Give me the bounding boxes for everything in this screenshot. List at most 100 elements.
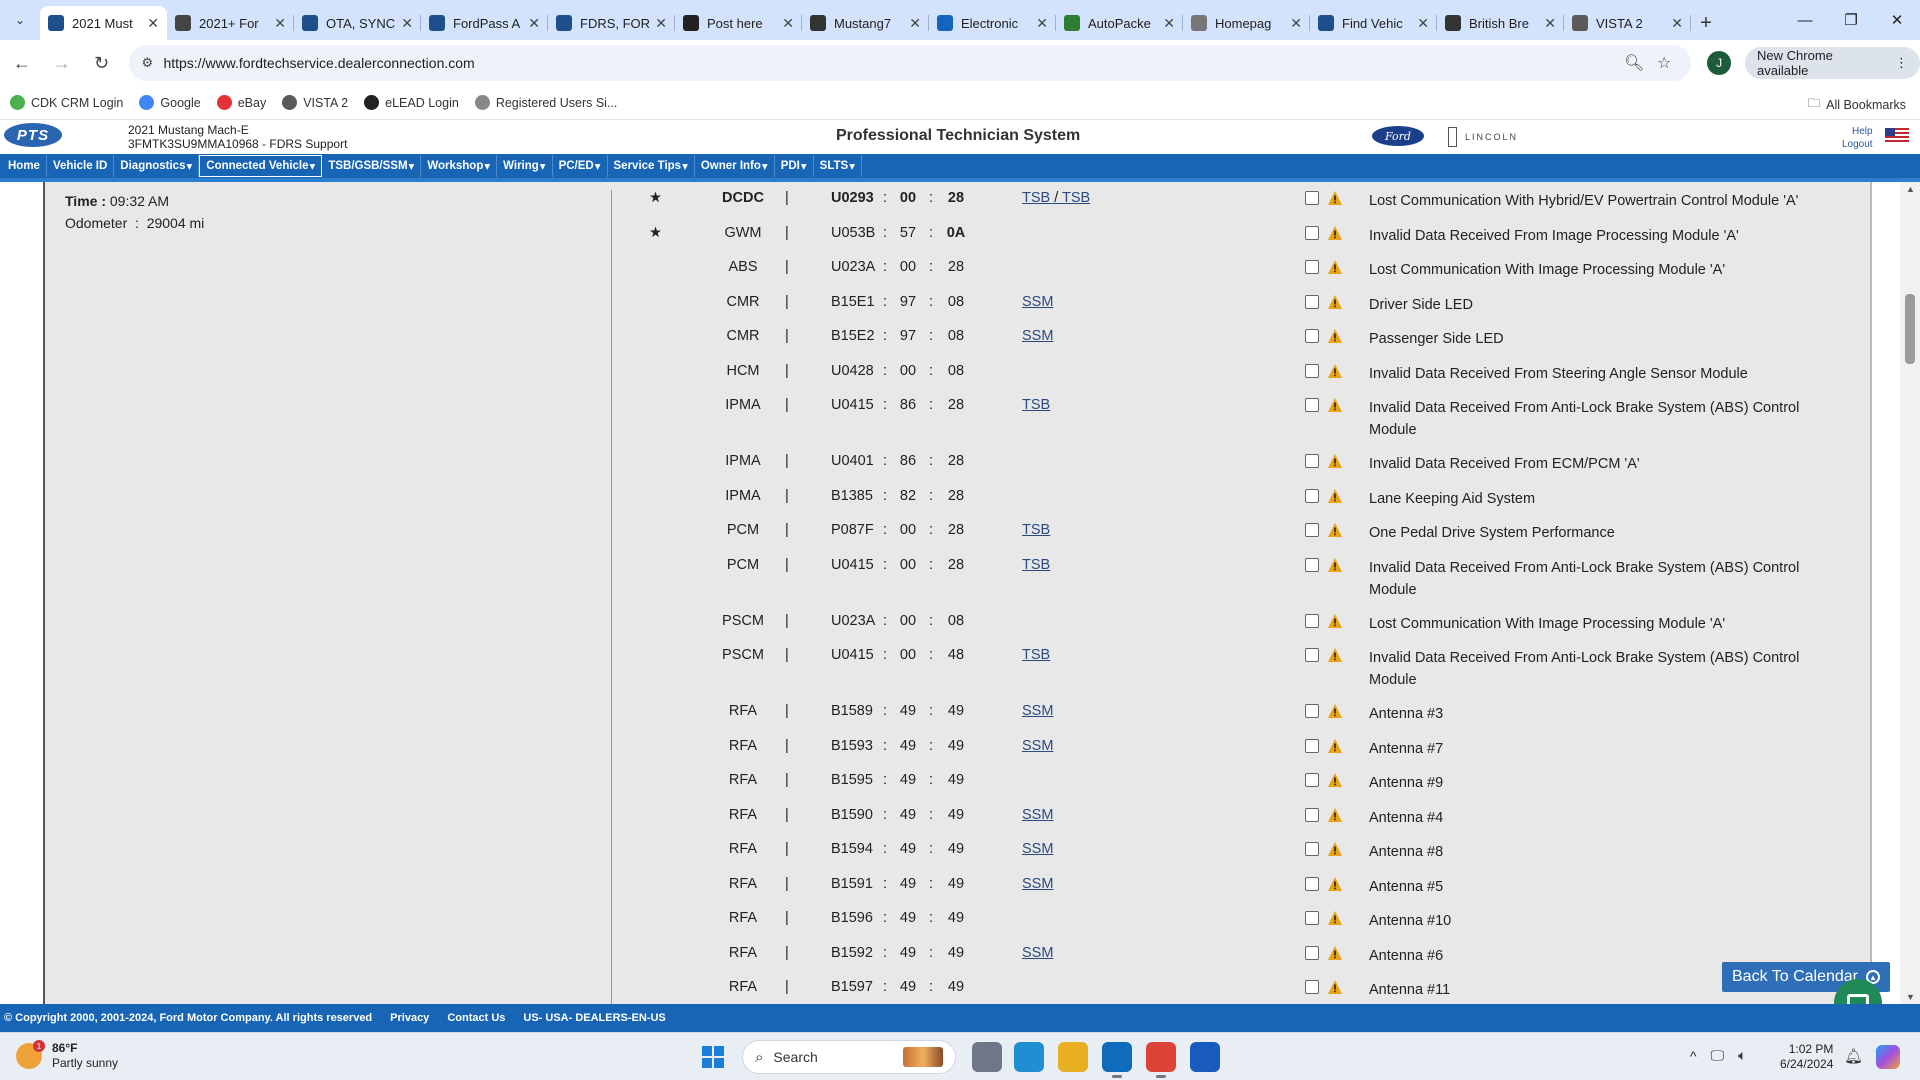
privacy-link[interactable]: Privacy <box>390 1012 429 1024</box>
ssm-link[interactable]: SSM <box>1022 738 1053 754</box>
tab-close-icon[interactable]: ✕ <box>1290 15 1302 32</box>
pts-logo[interactable]: PTS <box>4 123 62 147</box>
browser-tab[interactable]: Post here ✕ <box>675 6 802 40</box>
browser-tab[interactable]: FDRS, FOR ✕ <box>548 6 675 40</box>
dtc-checkbox[interactable] <box>1305 842 1319 856</box>
browser-tab[interactable]: FordPass A ✕ <box>421 6 548 40</box>
kebab-menu-icon[interactable]: ⋮ <box>1895 55 1908 71</box>
nav-item-home[interactable]: Home <box>2 155 47 177</box>
tab-search-button[interactable]: ⌄ <box>0 0 40 40</box>
taskbar-search-box[interactable]: ⌕ Search <box>742 1040 956 1074</box>
dtc-checkbox[interactable] <box>1305 557 1319 572</box>
bookmark-item[interactable]: Registered Users Si... <box>474 95 617 110</box>
dtc-checkbox[interactable] <box>1305 454 1319 468</box>
nav-item-workshop[interactable]: Workshop ▾ <box>421 155 498 177</box>
dtc-checkbox[interactable] <box>1305 980 1319 994</box>
tsb-link[interactable]: TSB <box>1022 397 1050 413</box>
tab-close-icon[interactable]: ✕ <box>1163 15 1175 32</box>
system-clock[interactable]: 1:02 PM 6/24/2024 <box>1780 1042 1833 1072</box>
tab-close-icon[interactable]: ✕ <box>528 15 540 32</box>
zoom-icon[interactable]: 🔍︎ <box>1619 53 1649 73</box>
nav-item-pdi[interactable]: PDI ▾ <box>775 155 814 177</box>
browser-tab[interactable]: Find Vehic ✕ <box>1310 6 1437 40</box>
scroll-thumb[interactable] <box>1905 294 1915 364</box>
tsb-link[interactable]: TSB <box>1022 557 1050 573</box>
browser-tab[interactable]: 2021 Must ✕ <box>40 6 167 40</box>
ssm-link[interactable]: SSM <box>1022 294 1053 310</box>
dtc-checkbox[interactable] <box>1305 329 1319 343</box>
task-view-icon[interactable] <box>972 1042 1002 1072</box>
forward-arrow-icon[interactable]: → <box>44 45 80 81</box>
restore-icon[interactable]: ❐ <box>1828 0 1874 40</box>
nav-item-owner-info[interactable]: Owner Info ▾ <box>695 155 775 177</box>
network-icon[interactable]: 🖵 <box>1711 1047 1725 1064</box>
all-bookmarks-button[interactable]: 🗀 All Bookmarks <box>1808 94 1906 115</box>
dtc-checkbox[interactable] <box>1305 363 1319 378</box>
tab-close-icon[interactable]: ✕ <box>1036 15 1048 32</box>
dtc-checkbox[interactable] <box>1305 876 1319 891</box>
tab-close-icon[interactable]: ✕ <box>1417 15 1429 32</box>
dtc-checkbox[interactable] <box>1305 398 1319 412</box>
dtc-checkbox[interactable] <box>1305 260 1319 274</box>
tab-close-icon[interactable]: ✕ <box>909 15 921 32</box>
browser-tab[interactable]: Electronic ✕ <box>929 6 1056 40</box>
nav-item-slts[interactable]: SLTS ▾ <box>814 155 862 177</box>
browser-tab[interactable]: 2021+ For ✕ <box>167 6 294 40</box>
notification-bell-icon[interactable]: 🔔︎ <box>1844 1047 1863 1065</box>
bookmark-item[interactable]: Google <box>139 95 201 110</box>
tab-close-icon[interactable]: ✕ <box>274 15 286 32</box>
browser-tab[interactable]: Homepag ✕ <box>1183 6 1310 40</box>
tab-close-icon[interactable]: ✕ <box>655 15 667 32</box>
tsb-link[interactable]: TSB <box>1022 522 1050 538</box>
reload-icon[interactable]: ↻ <box>84 45 120 81</box>
browser-tab[interactable]: OTA, SYNC ✕ <box>294 6 421 40</box>
bookmark-item[interactable]: VISTA 2 <box>282 95 348 110</box>
bookmark-item[interactable]: CDK CRM Login <box>10 95 123 110</box>
windows-start-icon[interactable] <box>702 1046 724 1068</box>
dtc-checkbox[interactable] <box>1305 523 1319 537</box>
browser-tab[interactable]: British Bre ✕ <box>1437 6 1564 40</box>
scroll-down-icon[interactable]: ▼ <box>1906 992 1915 1002</box>
profile-avatar[interactable]: J <box>1707 51 1732 75</box>
tsb-link[interactable]: TSB <box>1062 190 1090 206</box>
nav-item-wiring[interactable]: Wiring ▾ <box>497 155 553 177</box>
dtc-checkbox[interactable] <box>1305 773 1319 787</box>
word-icon[interactable] <box>1190 1042 1220 1072</box>
bookmark-item[interactable]: eBay <box>216 95 266 110</box>
copilot-icon[interactable] <box>1876 1045 1900 1069</box>
dtc-checkbox[interactable] <box>1305 294 1319 309</box>
chevron-up-icon[interactable]: ^ <box>1690 1048 1697 1064</box>
ssm-link[interactable]: SSM <box>1022 841 1053 857</box>
dtc-checkbox[interactable] <box>1305 704 1319 718</box>
new-chrome-available-button[interactable]: New Chrome available ⋮ <box>1745 47 1920 79</box>
file-explorer-icon[interactable] <box>1058 1042 1088 1072</box>
ssm-link[interactable]: SSM <box>1022 876 1053 892</box>
nav-item-pc-ed[interactable]: PC/ED ▾ <box>553 155 608 177</box>
ssm-link[interactable]: SSM <box>1022 945 1053 961</box>
browser-tab[interactable]: VISTA 2 ✕ <box>1564 6 1691 40</box>
logout-link[interactable]: Logout <box>1842 138 1873 151</box>
lincoln-logo[interactable]: LINCOLN <box>1448 127 1518 147</box>
tsb-link[interactable]: TSB <box>1022 647 1050 663</box>
nav-item-connected-vehicle[interactable]: Connected Vehicle ▾ <box>199 155 323 177</box>
nav-item-service-tips[interactable]: Service Tips ▾ <box>608 155 695 177</box>
dtc-checkbox[interactable] <box>1305 738 1319 753</box>
tsb-link[interactable]: TSB <box>1022 190 1050 206</box>
us-flag-icon[interactable] <box>1885 128 1909 144</box>
back-arrow-icon[interactable]: ← <box>4 45 40 81</box>
page-scrollbar[interactable]: ▲ ▼ <box>1900 182 1920 1004</box>
tab-close-icon[interactable]: ✕ <box>1671 15 1683 32</box>
ssm-link[interactable]: SSM <box>1022 328 1053 344</box>
browser-tab[interactable]: Mustang7 ✕ <box>802 6 929 40</box>
tab-close-icon[interactable]: ✕ <box>401 15 413 32</box>
nav-item-diagnostics[interactable]: Diagnostics ▾ <box>114 155 200 177</box>
dtc-checkbox[interactable] <box>1305 191 1319 205</box>
nav-item-tsb-gsb-ssm[interactable]: TSB/GSB/SSM ▾ <box>322 155 422 177</box>
tab-close-icon[interactable]: ✕ <box>147 15 159 32</box>
new-tab-button[interactable]: + <box>1691 6 1721 40</box>
ssm-link[interactable]: SSM <box>1022 807 1053 823</box>
weather-widget[interactable]: 1 86°F Partly sunny <box>16 1040 118 1071</box>
edge-icon[interactable] <box>1014 1042 1044 1072</box>
site-info-icon[interactable]: ⚙ <box>141 55 163 71</box>
help-link[interactable]: Help <box>1842 125 1873 138</box>
